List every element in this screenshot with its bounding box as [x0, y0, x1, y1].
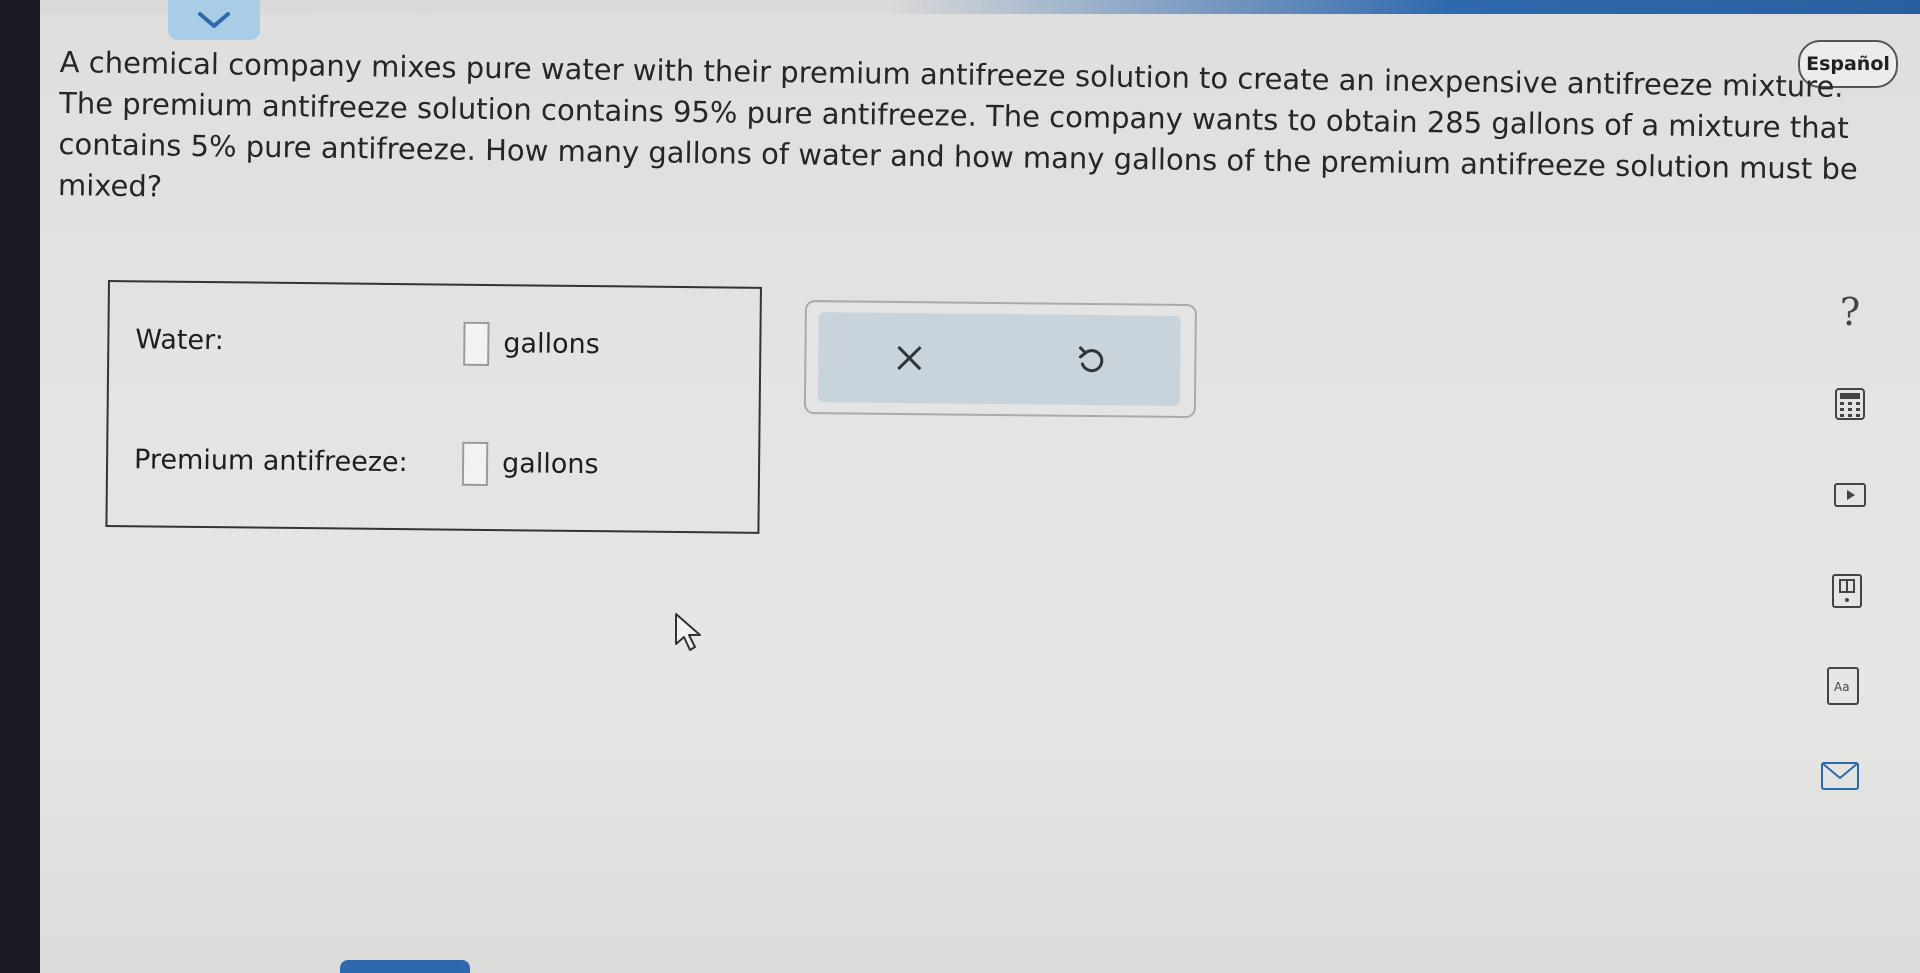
play-icon[interactable]	[1832, 480, 1868, 510]
water-label: Water:	[135, 324, 224, 357]
screen: Español A chemical company mixes pure wa…	[40, 0, 1920, 973]
help-icon[interactable]: ?	[1820, 290, 1880, 334]
water-input[interactable]	[463, 321, 490, 366]
textbook-icon[interactable]	[1828, 572, 1866, 610]
text-size-icon[interactable]: Aa	[1824, 666, 1862, 706]
problem-text: A chemical company mixes pure water with…	[58, 42, 1920, 232]
close-icon	[896, 345, 922, 371]
undo-icon	[1078, 346, 1103, 373]
svg-text:Aa: Aa	[1834, 680, 1850, 694]
undo-button[interactable]	[1060, 330, 1121, 391]
side-toolbar: ? Aa	[1820, 290, 1900, 810]
calculator-icon[interactable]	[1832, 386, 1868, 422]
tools-inner	[817, 312, 1181, 406]
collapse-tab[interactable]	[168, 0, 260, 40]
premium-label: Premium antifreeze:	[133, 444, 408, 479]
premium-input[interactable]	[461, 441, 489, 486]
mouse-cursor-icon	[675, 613, 701, 651]
bottom-tab[interactable]	[340, 960, 470, 973]
water-unit: gallons	[503, 328, 600, 361]
answer-box: Water: gallons Premium antifreeze: gallo…	[105, 280, 762, 534]
chevron-down-icon	[198, 12, 230, 28]
premium-unit: gallons	[501, 448, 599, 481]
tools-panel	[803, 300, 1197, 419]
top-bar	[40, 0, 1920, 14]
clear-button[interactable]	[879, 328, 940, 389]
mail-icon[interactable]	[1820, 760, 1860, 792]
